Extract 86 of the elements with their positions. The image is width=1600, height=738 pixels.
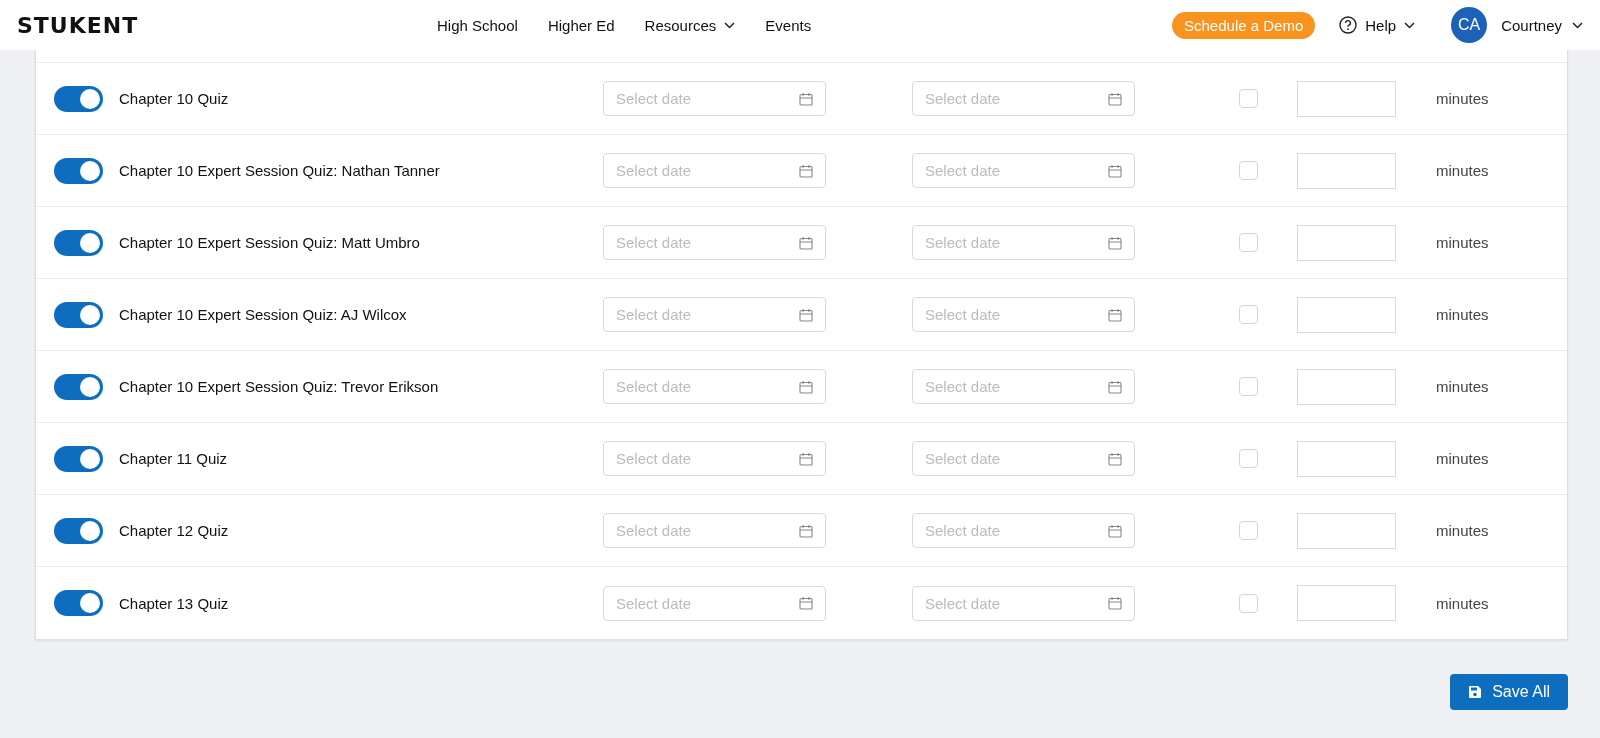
checkbox[interactable] (1239, 377, 1258, 396)
toggle-switch[interactable] (54, 85, 103, 112)
help-menu[interactable]: Help (1339, 16, 1416, 34)
calendar-icon (1108, 235, 1122, 250)
minutes-label: minutes (1436, 306, 1489, 323)
checkbox[interactable] (1239, 449, 1258, 468)
minutes-label: minutes (1436, 234, 1489, 251)
calendar-icon (1108, 451, 1122, 466)
chevron-icon (1404, 21, 1416, 29)
date-picker-field[interactable]: Select date (603, 81, 826, 116)
nav-link[interactable]: Higher Ed (547, 16, 615, 34)
help-icon (1339, 16, 1358, 34)
nav-link[interactable]: Resources (644, 16, 736, 34)
checkbox[interactable] (1239, 89, 1258, 108)
date-picker-field[interactable]: Select date (912, 585, 1135, 621)
minutes-input[interactable] (1297, 368, 1396, 405)
chevron-icon (1572, 21, 1583, 29)
checkbox[interactable] (1239, 593, 1258, 613)
minutes-input[interactable] (1297, 80, 1396, 117)
date-picker-field[interactable]: Select date (603, 153, 826, 188)
minutes-input[interactable] (1297, 440, 1396, 477)
toggle-switch[interactable] (54, 373, 103, 400)
toggle-switch[interactable] (54, 445, 103, 472)
minutes-input[interactable] (1297, 512, 1396, 549)
date-picker-field[interactable]: Select date (603, 369, 826, 404)
assignment-title: Chapter 10 Expert Session Quiz: AJ Wilcox (119, 306, 408, 323)
save-all-button[interactable]: Save All (1450, 674, 1568, 710)
toggle-switch[interactable] (54, 517, 103, 544)
date-picker-field[interactable]: Select date (603, 585, 826, 621)
toggle-switch[interactable] (54, 301, 103, 328)
minutes-label: minutes (1436, 594, 1489, 612)
date-picker-field[interactable]: Select date (912, 153, 1135, 188)
calendar-icon (799, 596, 813, 610)
calendar-icon (799, 451, 813, 466)
date-picker-field[interactable]: Select date (912, 81, 1135, 116)
nav-link[interactable]: High School (437, 16, 518, 34)
calendar-icon (799, 163, 813, 178)
minutes-label: minutes (1436, 522, 1489, 539)
toggle-switch[interactable] (54, 590, 103, 616)
minutes-label: minutes (1436, 378, 1489, 395)
calendar-icon (799, 307, 813, 322)
chevron-icon (724, 21, 736, 29)
assignment-title: Chapter 10 Expert Session Quiz: Matt Umbro (119, 234, 421, 251)
calendar-icon (799, 91, 813, 106)
calendar-icon (1108, 523, 1122, 538)
checkbox[interactable] (1239, 305, 1258, 324)
minutes-label: minutes (1436, 162, 1489, 179)
calendar-icon (799, 379, 813, 394)
date-picker-field[interactable]: Select date (912, 441, 1135, 476)
minutes-input[interactable] (1297, 224, 1396, 261)
calendar-icon (799, 235, 813, 250)
minutes-label: minutes (1436, 450, 1489, 467)
nav-link[interactable]: Events (765, 16, 812, 34)
date-picker-field[interactable]: Select date (603, 513, 826, 548)
calendar-icon (1108, 307, 1122, 322)
minutes-label: minutes (1436, 90, 1489, 107)
calendar-icon (1108, 163, 1122, 178)
assignment-title: Chapter 12 Quiz (119, 522, 230, 539)
date-picker-field[interactable]: Select date (912, 297, 1135, 332)
assignment-title: Chapter 10 Expert Session Quiz: Trevor Erikson (119, 378, 440, 395)
calendar-icon (1108, 596, 1122, 610)
date-picker-field[interactable]: Select date (912, 513, 1135, 548)
date-picker-field[interactable]: Select date (912, 369, 1135, 404)
assignment-title: Chapter 11 Quiz (119, 450, 229, 467)
toggle-switch[interactable] (54, 157, 103, 184)
calendar-icon (799, 523, 813, 538)
assignment-title: Chapter 13 Quiz (119, 594, 230, 612)
logo[interactable]: STUKENT (17, 12, 437, 38)
assignment-title: Chapter 10 Expert Session Quiz: Nathan Tanner (119, 162, 441, 179)
calendar-icon (1108, 379, 1122, 394)
checkbox[interactable] (1239, 521, 1258, 540)
checkbox[interactable] (1239, 233, 1258, 252)
minutes-input[interactable] (1297, 585, 1396, 621)
user-menu[interactable]: Courtney (1501, 16, 1583, 34)
assignment-title: Chapter 10 Quiz (119, 90, 230, 107)
checkbox[interactable] (1239, 161, 1258, 180)
user-avatar[interactable]: CA (1451, 7, 1488, 43)
date-picker-field[interactable]: Select date (912, 225, 1135, 260)
calendar-icon (1108, 91, 1122, 106)
toggle-switch[interactable] (54, 229, 103, 256)
schedule-demo-button[interactable]: Schedule a Demo (1172, 11, 1316, 39)
date-picker-field[interactable]: Select date (603, 441, 826, 476)
minutes-input[interactable] (1297, 296, 1396, 333)
minutes-input[interactable] (1297, 152, 1396, 189)
date-picker-field[interactable]: Select date (603, 225, 826, 260)
date-picker-field[interactable]: Select date (603, 297, 826, 332)
